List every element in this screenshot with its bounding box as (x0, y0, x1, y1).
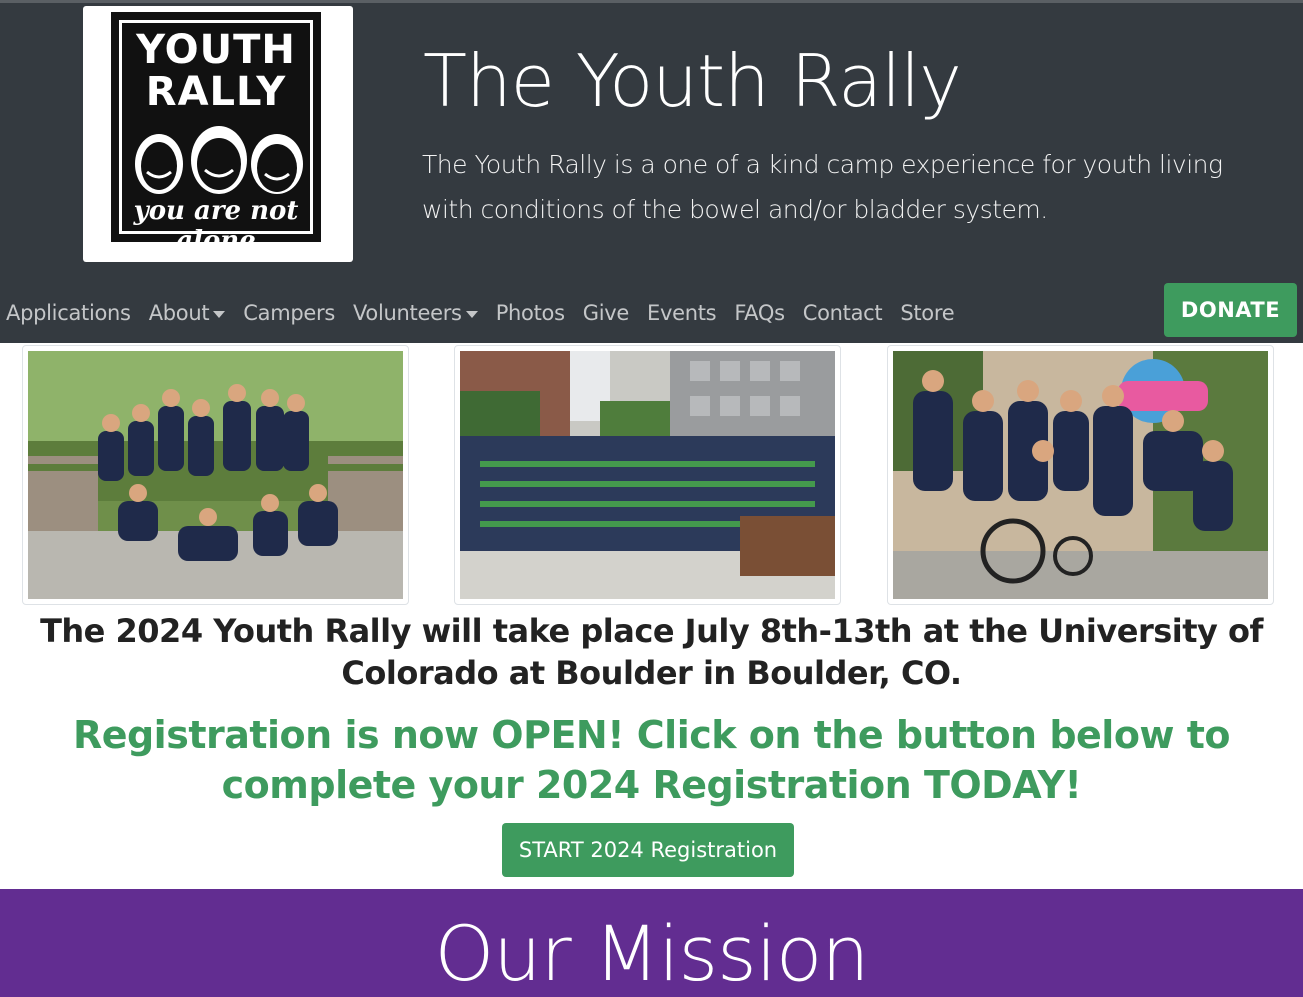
photo-image (460, 351, 835, 599)
caret-down-icon (465, 310, 478, 318)
main-nav: Applications About Campers Volunteers Ph… (0, 293, 966, 333)
nav-give[interactable]: Give (577, 301, 641, 325)
group-photo-campus (454, 345, 841, 605)
nav-contact[interactable]: Contact (797, 301, 895, 325)
donate-button[interactable]: DONATE (1164, 283, 1297, 337)
group-photo-wheelchair (887, 345, 1274, 605)
nav-about[interactable]: About (143, 301, 238, 325)
faces-icon (135, 126, 303, 194)
mission-title: Our Mission (434, 909, 869, 997)
site-header: YOUTH RALLY you are not alone The Youth … (0, 0, 1303, 343)
nav-photos[interactable]: Photos (490, 301, 577, 325)
mission-section: Our Mission (0, 889, 1303, 997)
logo-mark: YOUTH RALLY you are not alone (111, 12, 321, 256)
nav-applications[interactable]: Applications (0, 301, 143, 325)
photo-image (893, 351, 1268, 599)
registration-announcement: Registration is now OPEN! Click on the b… (72, 713, 1231, 807)
event-announcement: The 2024 Youth Rally will take place Jul… (40, 612, 1263, 692)
logo-tagline: you are not alone (133, 196, 299, 256)
logo-word-rally: RALLY (145, 69, 287, 115)
site-logo[interactable]: YOUTH RALLY you are not alone (83, 6, 353, 262)
logo-word-youth: YOUTH (136, 27, 296, 73)
nav-campers[interactable]: Campers (237, 301, 347, 325)
start-registration-button[interactable]: START 2024 Registration (502, 823, 794, 877)
nav-volunteers[interactable]: Volunteers (347, 301, 490, 325)
nav-faqs[interactable]: FAQs (728, 301, 796, 325)
photo-image (28, 351, 403, 599)
nav-store[interactable]: Store (894, 301, 966, 325)
nav-events[interactable]: Events (641, 301, 728, 325)
caret-down-icon (213, 310, 226, 318)
site-description: The Youth Rally is a one of a kind camp … (422, 150, 1223, 224)
site-title: The Youth Rally (423, 39, 962, 123)
group-photo-outdoor (22, 345, 409, 605)
